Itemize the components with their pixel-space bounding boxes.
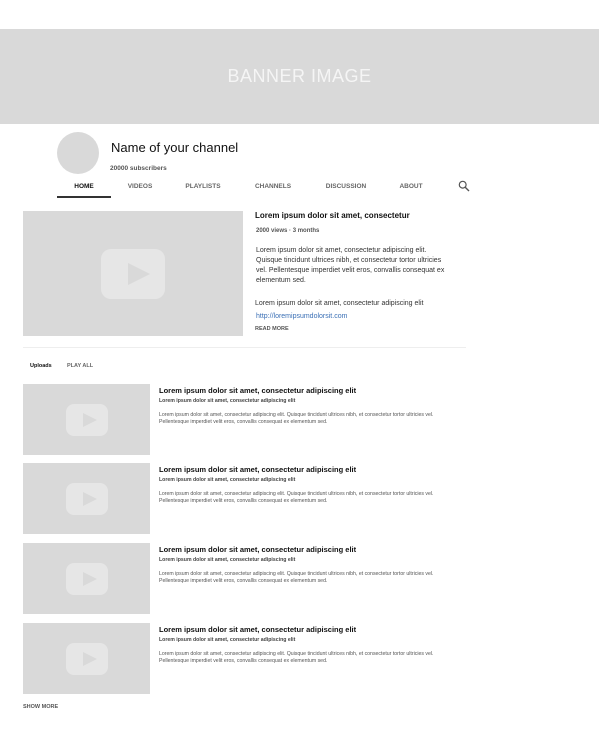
play-icon [65, 642, 108, 675]
video-subtitle: Lorem ipsum dolor sit amet, consectetur … [159, 637, 296, 643]
tab-playlists[interactable]: PLAYLISTS [172, 178, 234, 198]
tab-home[interactable]: HOME [57, 178, 111, 198]
read-more-button[interactable]: READ MORE [255, 326, 289, 332]
channel-name: Name of your channel [111, 140, 239, 155]
video-list-item[interactable]: Lorem ipsum dolor sit amet, consectetur … [23, 543, 523, 615]
featured-video-title[interactable]: Lorem ipsum dolor sit amet, consectetur [255, 211, 410, 220]
video-description: Lorem ipsum dolor sit amet, consectetur … [159, 412, 434, 425]
video-list-item[interactable]: Lorem ipsum dolor sit amet, consectetur … [23, 463, 523, 535]
section-divider [23, 347, 466, 348]
video-thumbnail[interactable] [23, 543, 150, 614]
featured-video-meta: 2000 views · 3 months [256, 228, 320, 234]
channel-avatar[interactable] [57, 132, 99, 174]
video-thumbnail[interactable] [23, 384, 150, 455]
video-thumbnail[interactable] [23, 623, 150, 694]
uploads-heading: Uploads [30, 363, 52, 369]
tab-channels[interactable]: CHANNELS [243, 178, 303, 198]
tab-discussion[interactable]: DISCUSSION [315, 178, 377, 198]
tab-about[interactable]: ABOUT [391, 178, 431, 198]
play-icon [65, 562, 108, 595]
banner-text: BANNER IMAGE [227, 66, 372, 86]
video-thumbnail[interactable] [23, 463, 150, 534]
subscriber-count: 20000 subscribers [110, 165, 167, 172]
video-description: Lorem ipsum dolor sit amet, consectetur … [159, 651, 434, 664]
video-description: Lorem ipsum dolor sit amet, consectetur … [159, 571, 434, 584]
video-subtitle: Lorem ipsum dolor sit amet, consectetur … [159, 477, 296, 483]
featured-video-line: Lorem ipsum dolor sit amet, consectetur … [255, 300, 424, 307]
play-icon [101, 248, 165, 299]
video-title[interactable]: Lorem ipsum dolor sit amet, consectetur … [159, 386, 356, 395]
play-all-button[interactable]: PLAY ALL [67, 363, 93, 369]
video-description: Lorem ipsum dolor sit amet, consectetur … [159, 491, 434, 504]
tab-videos[interactable]: VIDEOS [114, 178, 166, 198]
featured-video-thumbnail[interactable] [23, 211, 243, 336]
play-icon [65, 403, 108, 436]
play-icon [65, 482, 108, 515]
banner-image: BANNER IMAGE [0, 29, 599, 124]
video-title[interactable]: Lorem ipsum dolor sit amet, consectetur … [159, 545, 356, 554]
video-list-item[interactable]: Lorem ipsum dolor sit amet, consectetur … [23, 384, 523, 456]
video-subtitle: Lorem ipsum dolor sit amet, consectetur … [159, 398, 296, 404]
featured-video-link[interactable]: http://loremipsumdolorsit.com [256, 313, 347, 320]
video-title[interactable]: Lorem ipsum dolor sit amet, consectetur … [159, 625, 356, 634]
show-more-button[interactable]: SHOW MORE [23, 704, 58, 710]
video-subtitle: Lorem ipsum dolor sit amet, consectetur … [159, 557, 296, 563]
video-list-item[interactable]: Lorem ipsum dolor sit amet, consectetur … [23, 623, 523, 695]
search-icon[interactable] [458, 180, 470, 192]
video-title[interactable]: Lorem ipsum dolor sit amet, consectetur … [159, 465, 356, 474]
featured-video-description: Lorem ipsum dolor sit amet, consectetur … [256, 247, 445, 284]
